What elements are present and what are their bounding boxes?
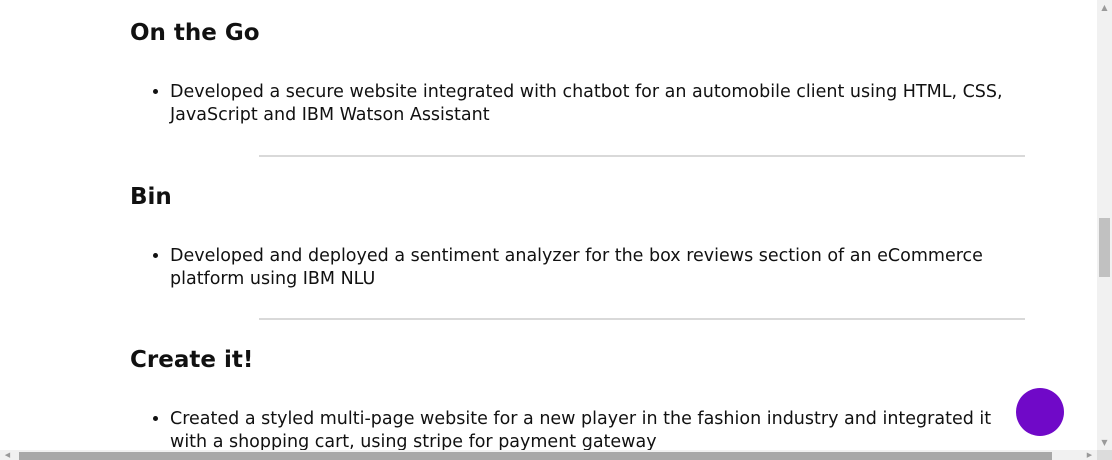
project-bullet: Created a styled multi-page website for … — [170, 408, 1030, 450]
scroll-up-arrow-icon[interactable]: ▲ — [1097, 0, 1112, 15]
vertical-scroll-thumb[interactable] — [1099, 218, 1110, 277]
project-title: Bin — [130, 184, 172, 210]
section-divider — [259, 155, 1025, 157]
page-viewport: On the Go Developed a secure website int… — [0, 0, 1097, 450]
horizontal-scroll-thumb[interactable] — [19, 452, 1052, 460]
horizontal-scrollbar[interactable]: ◀ ▶ — [0, 450, 1097, 460]
project-bullet: Developed and deployed a sentiment analy… — [170, 245, 1030, 291]
project-section-bin: Bin Developed and deployed a sentiment a… — [130, 183, 1030, 291]
project-bullet: Developed a secure website integrated wi… — [170, 81, 1030, 127]
project-bullet-list: Developed a secure website integrated wi… — [130, 81, 1030, 127]
scrollbar-corner — [1097, 450, 1112, 460]
project-title: Create it! — [130, 347, 254, 373]
vertical-scrollbar[interactable]: ▲ ▼ — [1097, 0, 1112, 450]
section-divider — [259, 318, 1025, 320]
chat-bubble-icon[interactable] — [1016, 388, 1064, 436]
scroll-down-arrow-icon[interactable]: ▼ — [1097, 435, 1112, 450]
scroll-right-arrow-icon[interactable]: ▶ — [1082, 450, 1097, 460]
project-title: On the Go — [130, 20, 260, 46]
scroll-left-arrow-icon[interactable]: ◀ — [0, 450, 15, 460]
project-bullet-list: Developed and deployed a sentiment analy… — [130, 245, 1030, 291]
project-section-create-it: Create it! Created a styled multi-page w… — [130, 346, 1030, 450]
project-bullet-list: Created a styled multi-page website for … — [130, 408, 1030, 450]
project-section-on-the-go: On the Go Developed a secure website int… — [130, 19, 1030, 127]
